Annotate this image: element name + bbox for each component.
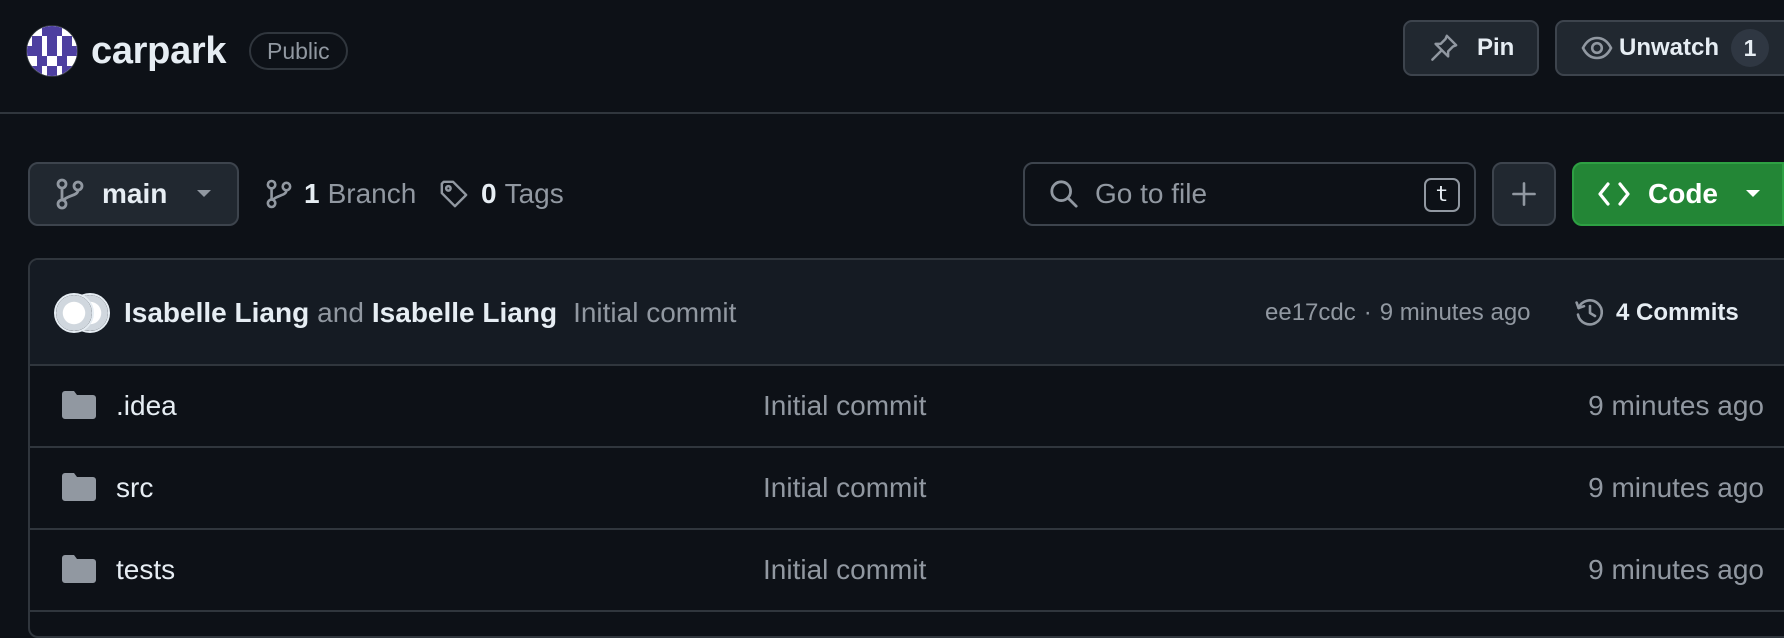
caret-down-icon: [195, 189, 213, 199]
separator: ·: [1363, 299, 1372, 326]
file-commit-time: 9 minutes ago: [1588, 472, 1764, 503]
file-commit-time: 9 minutes ago: [1588, 390, 1764, 421]
file-browser: Isabelle Liang and Isabelle Liang Initia…: [28, 258, 1784, 638]
author-link[interactable]: Isabelle Liang: [124, 297, 309, 329]
owner-avatar[interactable]: [27, 26, 77, 76]
tag-icon: [439, 179, 469, 209]
commit-summary: Isabelle Liang and Isabelle Liang Initia…: [124, 260, 736, 366]
history-icon: [1574, 297, 1606, 329]
watchers-count: 1: [1731, 29, 1770, 67]
author-avatar[interactable]: [54, 293, 94, 333]
unwatch-label: Unwatch: [1619, 34, 1720, 61]
caret-down-icon: [1744, 189, 1762, 199]
tag-label: Tags: [504, 178, 564, 209]
commit-time: 9 minutes ago: [1379, 299, 1531, 326]
branches-link[interactable]: 1 Branch: [266, 162, 416, 226]
file-commit-message[interactable]: Initial commit: [763, 554, 926, 586]
branch-icon: [56, 178, 84, 210]
code-icon: [1598, 180, 1630, 208]
commit-message[interactable]: Initial commit: [573, 297, 736, 329]
file-row[interactable]: tests Initial commit 9 minutes ago: [30, 530, 1784, 612]
folder-icon: [62, 391, 96, 419]
author-link[interactable]: Isabelle Liang: [372, 297, 557, 329]
folder-icon: [62, 473, 96, 501]
file-name-link[interactable]: tests: [116, 554, 175, 586]
shortcut-hint: t: [1424, 178, 1460, 212]
branch-label: Branch: [327, 178, 417, 209]
tags-link[interactable]: 0 Tags: [439, 162, 564, 226]
file-name-link[interactable]: src: [116, 472, 153, 504]
add-file-button[interactable]: [1492, 162, 1556, 226]
go-to-file-input[interactable]: [1095, 178, 1405, 210]
branch-selector[interactable]: main: [28, 162, 239, 226]
branch-count: 1: [304, 178, 320, 209]
file-commit-message[interactable]: Initial commit: [763, 390, 926, 422]
code-label: Code: [1648, 178, 1718, 209]
plus-icon: [1511, 181, 1537, 207]
go-to-file-search[interactable]: t: [1023, 162, 1476, 226]
repo-header: carpark Public Pin Unwatch 1: [0, 0, 1784, 114]
branch-name: main: [102, 178, 168, 209]
commits-history-link[interactable]: 4 Commits: [1574, 260, 1739, 366]
search-icon: [1049, 179, 1079, 209]
file-row[interactable]: .idea Initial commit 9 minutes ago: [30, 366, 1784, 448]
file-name-link[interactable]: .idea: [116, 390, 177, 422]
latest-commit-bar: Isabelle Liang and Isabelle Liang Initia…: [30, 260, 1784, 366]
repo-name[interactable]: carpark: [91, 26, 227, 76]
unwatch-button[interactable]: Unwatch 1: [1555, 20, 1784, 76]
commit-meta: ee17cdc · 9 minutes ago: [1265, 260, 1531, 366]
pin-icon: [1429, 33, 1459, 63]
branch-icon: [266, 179, 292, 209]
visibility-badge: Public: [249, 32, 348, 70]
eye-icon: [1581, 32, 1613, 64]
author-conjunction: and: [317, 297, 364, 328]
commit-sha[interactable]: ee17cdc: [1265, 299, 1356, 327]
commits-count: 4 Commits: [1616, 299, 1739, 326]
pin-label: Pin: [1477, 34, 1515, 61]
pin-button[interactable]: Pin: [1403, 20, 1539, 76]
commit-avatars: [54, 293, 114, 333]
tag-count: 0: [481, 178, 497, 209]
code-button[interactable]: Code: [1572, 162, 1784, 226]
file-commit-message[interactable]: Initial commit: [763, 472, 926, 504]
file-row[interactable]: src Initial commit 9 minutes ago: [30, 448, 1784, 530]
file-commit-time: 9 minutes ago: [1588, 554, 1764, 585]
folder-icon: [62, 555, 96, 583]
